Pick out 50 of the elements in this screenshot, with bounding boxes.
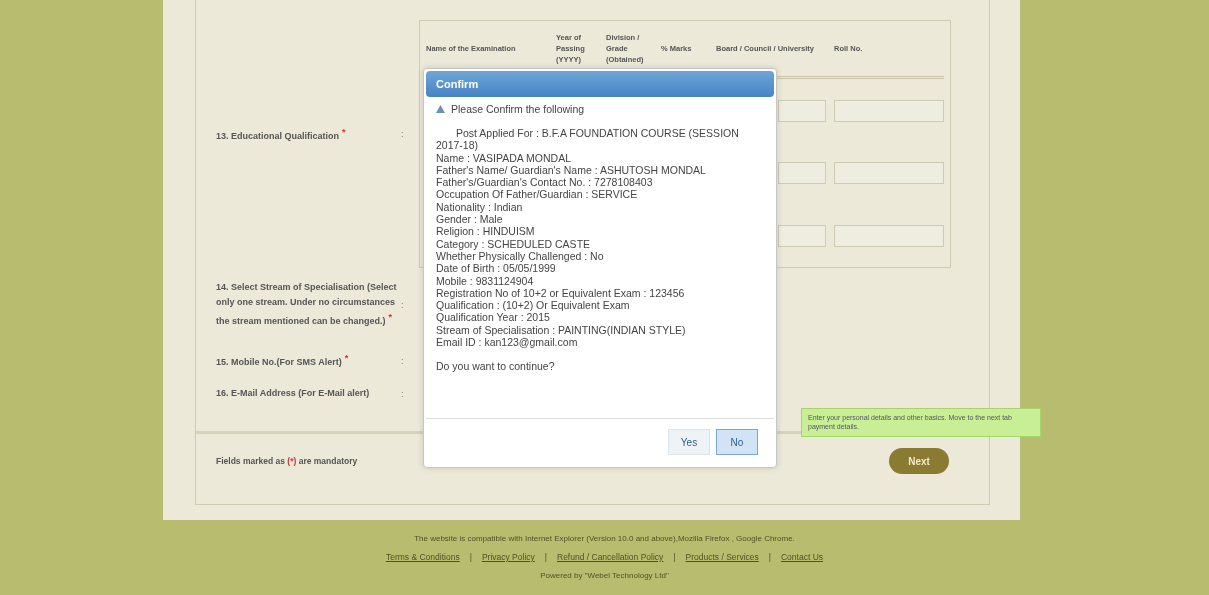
mandatory-note: Fields marked as (*) are mandatory [216,456,358,466]
footer-link[interactable]: Products / Services [685,552,759,562]
board-field[interactable] [778,162,826,185]
footer-link[interactable]: Refund / Cancellation Policy [557,552,664,562]
summary-line: Father's/Guardian's Contact No. : 7278108403 [436,176,654,189]
summary-line: Category : SCHEDULED CASTE [436,237,592,250]
compatibility-note: The website is compatible with Internet Explorer (Version 10.0 and above),Mozilla Firefox , Google Chrome. [414,534,795,543]
required-mark: * [388,312,393,322]
summary-line: Registration No of 10+2 or Equivalent Exam : 123456 [436,286,686,300]
separator: | [469,552,472,562]
board-field[interactable] [778,224,826,247]
summary-line: Gender : Male [436,213,504,226]
summary-line: Qualification : (10+2) Or Equivalent Exam [436,299,631,312]
summary-line: Date of Birth : 05/05/1999 [436,262,557,275]
summary-line: Father's Name/ Guardian's Name : ASHUTOSH MONDAL [436,163,707,177]
powered-by: Powered by "Webel Technology Ltd" [540,571,669,580]
summary-line: Email ID : kan123@gmail.com [436,336,579,349]
colon: : [401,355,405,366]
dialog-question: Do you want to continue? [436,360,556,373]
dialog-title: Confirm [426,71,774,97]
dialog-button[interactable]: No [716,429,758,455]
roll-field[interactable] [834,224,944,247]
dialog-button[interactable]: Yes [668,429,710,455]
summary-line: Mobile : 9831124904 [436,274,535,287]
footer-link[interactable]: Privacy Policy [481,552,535,562]
required-mark: * [342,126,346,137]
required-mark: * [344,353,349,363]
summary-line: Name : VASIPADA MONDAL [436,151,572,164]
field-label: 16. E-Mail Address (For E-Mail alert) [216,387,371,400]
board-field[interactable] [778,99,826,122]
next-button[interactable]: Next [889,448,949,474]
colon: : [401,299,405,310]
summary-line: Qualification Year : 2015 [436,311,551,324]
summary-line: Nationality : Indian [436,200,524,214]
summary-line: Whether Physically Challenged : No [436,249,605,263]
separator: | [544,552,547,562]
summary-line: Post Applied For : B.F.A FOUNDATION COURSE (SESSION 2017-18) [436,127,740,152]
dialog-heading: Please Confirm the following [451,103,585,115]
colon: : [401,388,405,399]
separator: | [673,552,676,562]
footer-link[interactable]: Contact Us [781,552,824,562]
roll-field[interactable] [834,99,944,122]
footer-link[interactable]: Terms & Conditions [385,552,460,562]
summary-line: Occupation Of Father/Guardian : SERVICE [436,188,639,201]
separator: | [768,552,771,562]
summary-line: Stream of Specialisation : PAINTING(INDIAN STYLE) [436,323,687,337]
summary-line: Religion : HINDUISM [436,225,536,238]
warning-icon [436,105,445,113]
roll-field[interactable] [834,162,944,185]
colon: : [401,129,405,139]
